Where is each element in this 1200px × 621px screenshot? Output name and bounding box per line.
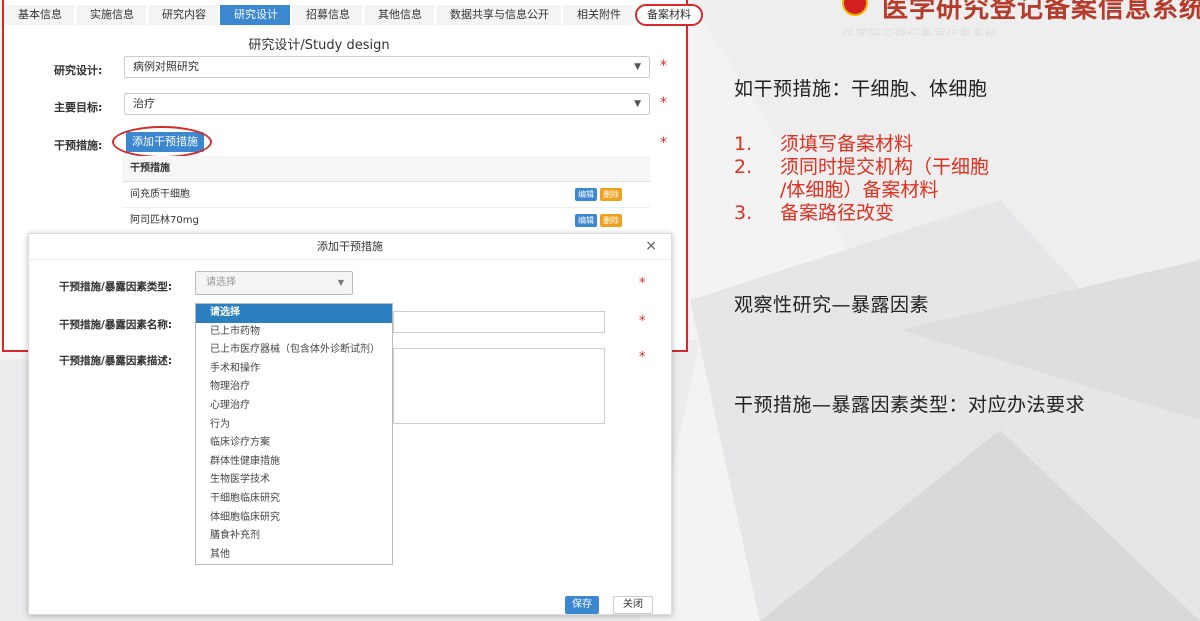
logo-header: 医学研究登记备案信息系统 bbox=[830, 0, 1200, 22]
tab-attachments[interactable]: 相关附件 bbox=[563, 5, 633, 25]
step-text: /体细胞）备案材料 bbox=[780, 179, 939, 201]
dropdown-option[interactable]: 行为 bbox=[196, 416, 392, 435]
dropdown-option[interactable]: 干细胞临床研究 bbox=[196, 490, 392, 509]
step-number: 2. bbox=[734, 156, 753, 178]
chevron-down-icon: ▼ bbox=[634, 99, 641, 109]
type-label: 干预措施/暴露因素类型: bbox=[59, 281, 173, 293]
dropdown-option[interactable]: 物理治疗 bbox=[196, 378, 392, 397]
primary-goal-value: 治疗 bbox=[133, 97, 155, 110]
description-textarea[interactable] bbox=[393, 348, 605, 424]
tab-data-sharing[interactable]: 数据共享与信息公开 bbox=[436, 5, 561, 25]
required-mark: * bbox=[660, 135, 667, 151]
step-number: 1. bbox=[734, 133, 753, 155]
step-text: 须同时提交机构（干细胞 bbox=[780, 156, 990, 178]
logo-text: 医学研究登记备案信息系统 bbox=[882, 0, 1200, 22]
type-dropdown-list: 请选择 已上市药物 已上市医疗器械（包含体外诊断试剂） 手术和操作 物理治疗 心… bbox=[195, 303, 393, 565]
dropdown-option[interactable]: 临床诊疗方案 bbox=[196, 434, 392, 453]
dropdown-option[interactable]: 已上市药物 bbox=[196, 323, 392, 342]
table-row: 阿司匹林70mg 编辑 删除 bbox=[122, 208, 650, 234]
intervention-label: 干预措施: bbox=[54, 139, 103, 152]
table-header: 干预措施 bbox=[122, 156, 650, 182]
dialog-title: 添加干预措施 bbox=[29, 234, 671, 260]
required-mark: * bbox=[639, 276, 646, 291]
tab-research-content[interactable]: 研究内容 bbox=[148, 5, 218, 25]
tab-implementation[interactable]: 实施信息 bbox=[76, 5, 146, 25]
steps-list: 1. 须填写备案材料 2. 须同时提交机构（干细胞 /体细胞）备案材料 3. 备… bbox=[734, 133, 989, 225]
step-text: 备案路径改变 bbox=[780, 202, 895, 224]
form-title: 研究设计/Study design bbox=[248, 38, 390, 53]
dropdown-option[interactable]: 其他 bbox=[196, 546, 392, 565]
name-input[interactable] bbox=[393, 311, 605, 333]
step-item: 1. 须填写备案材料 bbox=[734, 133, 989, 156]
note-heading: 如干预措施：干细胞、体细胞 bbox=[734, 78, 988, 100]
type-select[interactable]: 请选择 ▼ bbox=[195, 271, 353, 295]
dropdown-option[interactable]: 请选择 bbox=[196, 304, 392, 323]
edit-button[interactable]: 编辑 bbox=[575, 188, 597, 201]
dropdown-option[interactable]: 群体性健康措施 bbox=[196, 453, 392, 472]
intervention-table: 干预措施 间充质干细胞 编辑 删除 阿司匹林70mg 编辑 删除 bbox=[122, 156, 650, 234]
logo-subline: 医学研究登记备案信息系统 bbox=[842, 28, 999, 36]
add-intervention-dialog: 添加干预措施 × 干预措施/暴露因素类型: 请选择 ▼ * 干预措施/暴露因素名… bbox=[28, 233, 672, 615]
primary-goal-select[interactable]: 治疗 ▼ bbox=[124, 93, 650, 115]
national-emblem-icon bbox=[842, 0, 868, 16]
tab-other-info[interactable]: 其他信息 bbox=[364, 5, 434, 25]
primary-goal-label: 主要目标: bbox=[54, 101, 103, 114]
save-button[interactable]: 保存 bbox=[565, 596, 599, 614]
close-icon[interactable]: × bbox=[645, 238, 657, 254]
row-name: 间充质干细胞 bbox=[130, 189, 190, 200]
tab-bar: 基本信息 实施信息 研究内容 研究设计 招募信息 其他信息 数据共享与信息公开 … bbox=[4, 4, 705, 26]
tab-filing-materials[interactable]: 备案材料 bbox=[635, 4, 703, 26]
edit-button[interactable]: 编辑 bbox=[575, 214, 597, 227]
highlight-circle bbox=[112, 126, 212, 158]
dropdown-option[interactable]: 心理治疗 bbox=[196, 397, 392, 416]
step-number bbox=[734, 179, 780, 202]
close-button[interactable]: 关闭 bbox=[613, 596, 653, 614]
dropdown-option[interactable]: 体细胞临床研究 bbox=[196, 509, 392, 528]
study-design-label: 研究设计: bbox=[54, 64, 103, 77]
step-item: /体细胞）备案材料 bbox=[734, 179, 989, 202]
required-mark: * bbox=[639, 350, 646, 365]
dropdown-option[interactable]: 已上市医疗器械（包含体外诊断试剂） bbox=[196, 341, 392, 360]
name-label: 干预措施/暴露因素名称: bbox=[59, 319, 173, 331]
type-select-value: 请选择 bbox=[206, 277, 236, 288]
chevron-down-icon: ▼ bbox=[337, 278, 344, 287]
required-mark: * bbox=[660, 95, 667, 111]
description-label: 干预措施/暴露因素描述: bbox=[59, 355, 173, 367]
delete-button[interactable]: 删除 bbox=[600, 214, 622, 227]
tab-recruitment[interactable]: 招募信息 bbox=[292, 5, 362, 25]
step-item: 2. 须同时提交机构（干细胞 bbox=[734, 156, 989, 179]
type-note: 干预措施—暴露因素类型：对应办法要求 bbox=[734, 394, 1086, 416]
chevron-down-icon: ▼ bbox=[634, 62, 641, 72]
step-number: 3. bbox=[734, 202, 753, 224]
step-text: 须填写备案材料 bbox=[780, 133, 914, 155]
dropdown-option[interactable]: 膳食补充剂 bbox=[196, 527, 392, 546]
tab-study-design[interactable]: 研究设计 bbox=[220, 5, 290, 25]
step-item: 3. 备案路径改变 bbox=[734, 202, 989, 225]
study-design-value: 病例对照研究 bbox=[133, 60, 199, 73]
study-design-select[interactable]: 病例对照研究 ▼ bbox=[124, 56, 650, 78]
required-mark: * bbox=[660, 58, 667, 74]
observational-note: 观察性研究—暴露因素 bbox=[734, 294, 930, 316]
dropdown-option[interactable]: 手术和操作 bbox=[196, 360, 392, 379]
delete-button[interactable]: 删除 bbox=[600, 188, 622, 201]
table-row: 间充质干细胞 编辑 删除 bbox=[122, 182, 650, 208]
row-name: 阿司匹林70mg bbox=[130, 215, 199, 226]
tab-basic-info[interactable]: 基本信息 bbox=[4, 5, 74, 25]
required-mark: * bbox=[639, 314, 646, 329]
dropdown-option[interactable]: 生物医学技术 bbox=[196, 471, 392, 490]
